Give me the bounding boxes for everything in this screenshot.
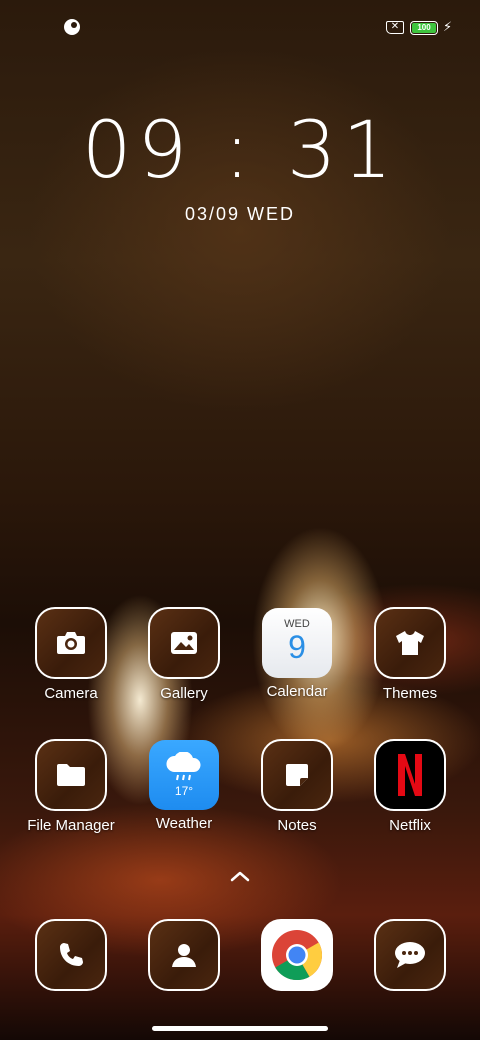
contacts-icon[interactable]: [148, 919, 220, 991]
weather-temperature: 17°: [174, 784, 194, 798]
weather-icon[interactable]: 17°: [149, 740, 219, 810]
messages-icon[interactable]: [374, 919, 446, 991]
no-sim-icon: ✕: [386, 21, 404, 34]
charging-bolt-icon: ⚡: [443, 19, 453, 34]
app-label-calendar: Calendar: [266, 683, 328, 700]
clock-date[interactable]: 03/09 WED: [0, 204, 480, 225]
folder-icon[interactable]: [35, 739, 107, 811]
gallery-icon[interactable]: [148, 607, 220, 679]
dock-chrome[interactable]: [242, 919, 352, 991]
notes-icon[interactable]: [261, 739, 333, 811]
app-label-gallery: Gallery: [160, 685, 208, 702]
app-label-file-manager: File Manager: [27, 817, 115, 834]
battery-icon: 100: [410, 21, 438, 35]
status-bar: ✕ 100 ⚡: [0, 0, 480, 56]
camera-icon[interactable]: [35, 607, 107, 679]
calendar-icon[interactable]: WED 9: [262, 608, 332, 678]
app-label-notes: Notes: [277, 817, 317, 834]
netflix-icon[interactable]: [374, 739, 446, 811]
home-indicator[interactable]: [152, 1026, 328, 1031]
dock-contacts[interactable]: [129, 919, 239, 991]
app-weather[interactable]: 17° Weather: [129, 739, 239, 832]
phone-icon[interactable]: [35, 919, 107, 991]
tshirt-icon[interactable]: [374, 607, 446, 679]
dock-phone[interactable]: [16, 919, 126, 991]
battery-level: 100: [412, 23, 436, 33]
app-label-themes: Themes: [382, 685, 438, 702]
app-drawer-arrow-icon[interactable]: [229, 868, 251, 884]
app-label-netflix: Netflix: [389, 817, 431, 834]
app-camera[interactable]: Camera: [16, 607, 126, 702]
app-gallery[interactable]: Gallery: [129, 607, 239, 702]
app-file-manager[interactable]: File Manager: [16, 739, 126, 834]
dock-messages[interactable]: [355, 919, 465, 991]
app-calendar[interactable]: WED 9 Calendar: [242, 607, 352, 700]
app-netflix[interactable]: Netflix: [355, 739, 465, 834]
app-themes[interactable]: Themes: [355, 607, 465, 702]
calendar-icon-date: 9: [288, 629, 306, 665]
app-label-weather: Weather: [155, 815, 213, 832]
chrome-icon[interactable]: [261, 919, 333, 991]
notification-icon: [64, 19, 80, 35]
clock-time[interactable]: 09 : 31: [0, 108, 480, 194]
app-notes[interactable]: Notes: [242, 739, 352, 834]
app-label-camera: Camera: [44, 685, 98, 702]
